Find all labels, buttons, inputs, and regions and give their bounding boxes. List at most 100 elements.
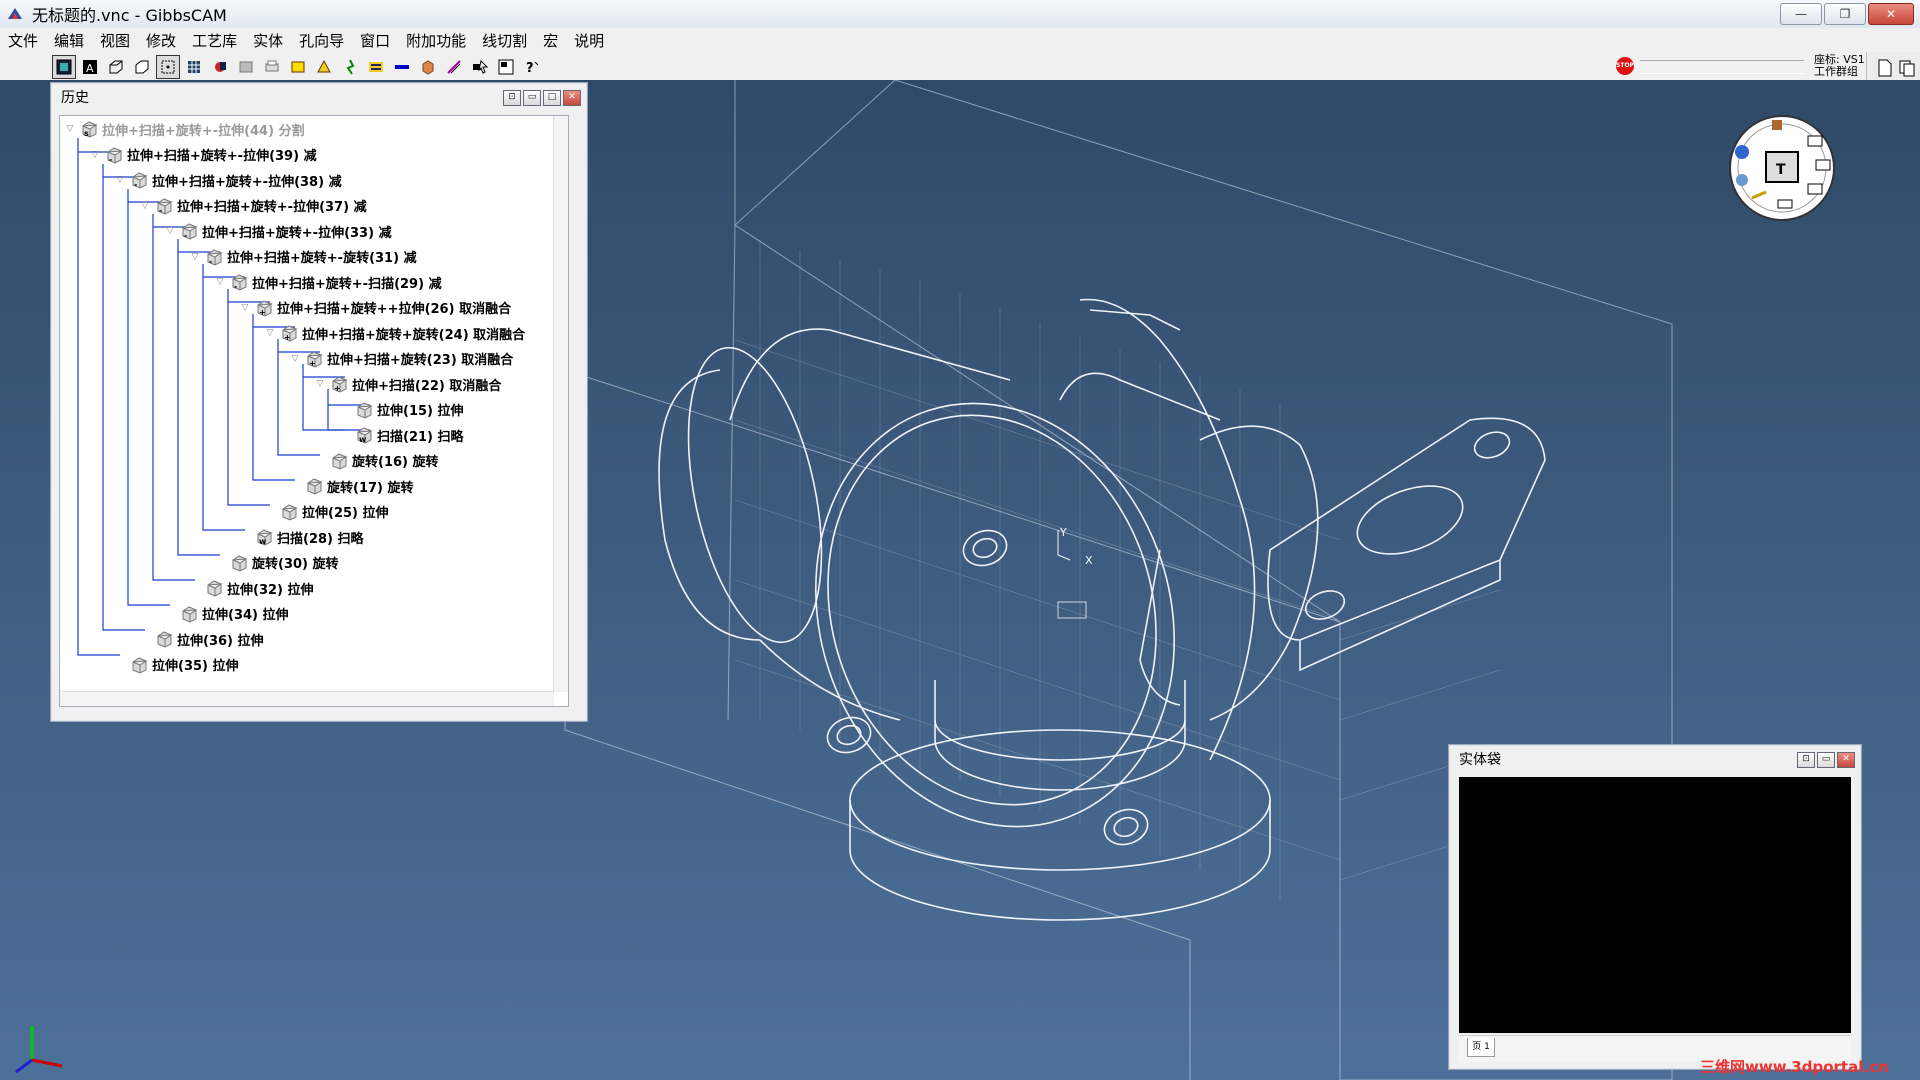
wireframe-box-icon[interactable] — [104, 55, 128, 79]
menu-solid[interactable]: 实体 — [245, 30, 291, 51]
history-vertical-scrollbar[interactable] — [553, 116, 568, 692]
window-tile-icon[interactable] — [494, 55, 518, 79]
stop-icon[interactable]: STOP — [1616, 57, 1634, 75]
expand-toggle-icon[interactable]: ▽ — [289, 353, 301, 365]
expand-toggle-icon[interactable]: ▽ — [114, 174, 126, 186]
close-button[interactable]: ✕ — [1868, 3, 1914, 25]
menu-view[interactable]: 视图 — [92, 30, 138, 51]
restore-button[interactable]: ❐ — [1824, 3, 1866, 25]
expand-toggle-icon[interactable]: ▽ — [214, 276, 226, 288]
expand-toggle-icon[interactable]: ▽ — [64, 123, 76, 135]
color-shade-icon[interactable] — [208, 55, 232, 79]
text-mode-icon[interactable]: A — [78, 55, 102, 79]
solid-cube-icon — [307, 478, 323, 495]
expand-toggle-icon[interactable]: ▽ — [139, 200, 151, 212]
history-tree-item[interactable]: w 扫描(21) 扫略 — [355, 424, 464, 446]
history-tree-item[interactable]: 拉伸(32) 拉伸 — [205, 577, 314, 599]
solid-bag-canvas[interactable] — [1459, 777, 1851, 1033]
history-tree-item[interactable]: 旋转(17) 旋转 — [305, 475, 414, 497]
menu-help[interactable]: 说明 — [566, 30, 612, 51]
menu-edit[interactable]: 编辑 — [46, 30, 92, 51]
history-panel[interactable]: 历史 ⊡ ▭ □ ✕ ▽ s 拉伸+扫描+旋转+-拉伸(44) 分割 ▽ - 拉… — [50, 82, 588, 722]
page-tab[interactable]: 页 1 — [1467, 1038, 1495, 1057]
pin-icon[interactable]: ⊡ — [503, 90, 521, 106]
history-title-bar[interactable]: 历史 ⊡ ▭ □ ✕ — [51, 83, 587, 111]
history-horizontal-scrollbar[interactable] — [60, 691, 554, 706]
measure-icon[interactable] — [442, 55, 466, 79]
menu-process-library[interactable]: 工艺库 — [184, 30, 245, 51]
solid-cube-icon: - — [232, 274, 248, 291]
history-item-label: 拉伸(32) 拉伸 — [227, 582, 314, 598]
menu-file[interactable]: 文件 — [0, 30, 46, 51]
render-icon[interactable] — [364, 55, 388, 79]
menu-window[interactable]: 窗口 — [352, 30, 398, 51]
history-tree-item[interactable]: 旋转(16) 旋转 — [330, 450, 439, 472]
history-tree-item[interactable]: ▽ - 拉伸+扫描+旋转+-扫描(29) 减 — [214, 271, 442, 293]
expand-toggle-icon[interactable]: ▽ — [164, 225, 176, 237]
menu-hole-wizard[interactable]: 孔向导 — [291, 30, 352, 51]
menu-macro[interactable]: 宏 — [535, 30, 566, 51]
history-tree-item[interactable]: 拉伸(34) 拉伸 — [180, 603, 289, 625]
history-tree-item[interactable]: 拉伸(25) 拉伸 — [280, 501, 389, 523]
history-tree-item[interactable]: w 扫描(28) 扫略 — [255, 526, 364, 548]
view-navigation-wheel[interactable]: T — [1729, 115, 1835, 221]
print-icon[interactable] — [260, 55, 284, 79]
history-tree-item[interactable]: 旋转(30) 旋转 — [230, 552, 339, 574]
solid-cube-icon: + — [307, 350, 323, 368]
history-item-label: 拉伸(34) 拉伸 — [202, 608, 289, 623]
menu-wire-edm[interactable]: 线切割 — [474, 30, 535, 51]
history-tree-item[interactable]: ▽ - 拉伸+扫描+旋转+-拉伸(37) 减 — [139, 195, 367, 217]
toolpath-icon[interactable] — [338, 55, 362, 79]
watermark: 三维网www.3dportal.cn — [1700, 1058, 1889, 1076]
grid-icon[interactable] — [182, 55, 206, 79]
history-tree-item[interactable]: ▽ + 拉伸+扫描+旋转++拉伸(26) 取消融合 — [239, 297, 511, 319]
solid-bag-panel[interactable]: 实体袋 ⊡ ▭ ✕ 页 1 — [1448, 744, 1862, 1070]
expand-toggle-icon[interactable]: ▽ — [264, 327, 276, 339]
origin-triad — [1057, 530, 1087, 619]
svg-text:A: A — [86, 62, 94, 75]
expand-toggle-icon[interactable]: ▽ — [239, 302, 251, 314]
panel-close-icon[interactable]: ✕ — [563, 90, 581, 106]
expand-toggle-icon[interactable]: ▽ — [314, 378, 326, 390]
history-tree-item[interactable]: ▽ s 拉伸+扫描+旋转+-拉伸(44) 分割 — [64, 118, 305, 140]
minimize-icon: — — [1795, 7, 1807, 21]
cursor-icon[interactable] — [468, 55, 492, 79]
expand-toggle-icon[interactable]: ▽ — [89, 149, 101, 161]
history-tree-item[interactable]: ▽ - 拉伸+扫描+旋转+-拉伸(39) 减 — [89, 144, 317, 166]
history-tree-item[interactable]: ▽ + 拉伸+扫描(22) 取消融合 — [314, 373, 501, 395]
menu-modify[interactable]: 修改 — [138, 30, 184, 51]
history-tree-item[interactable]: ▽ - 拉伸+扫描+旋转+-旋转(31) 减 — [189, 246, 417, 268]
shaded-view-icon[interactable] — [52, 55, 76, 79]
solid-box-icon[interactable] — [416, 55, 440, 79]
expand-toggle-icon[interactable]: ▽ — [189, 251, 201, 263]
history-tree-item[interactable]: ▽ - 拉伸+扫描+旋转+-拉伸(38) 减 — [114, 169, 342, 191]
tool-yellow-icon[interactable] — [286, 55, 310, 79]
copy-document-icon[interactable] — [1897, 58, 1917, 78]
hidden-line-icon[interactable] — [130, 55, 154, 79]
history-item-label: 拉伸+扫描+旋转+-拉伸(33) 减 — [202, 225, 392, 241]
panel-minimize-icon[interactable]: ▭ — [523, 90, 541, 106]
panel-maximize-icon[interactable]: □ — [543, 90, 561, 106]
pin-icon[interactable]: ⊡ — [1797, 752, 1815, 768]
history-tree-item[interactable]: ▽ + 拉伸+扫描+旋转(23) 取消融合 — [289, 348, 513, 370]
stock-icon[interactable] — [234, 55, 258, 79]
help-icon[interactable]: ? — [520, 55, 544, 79]
minimize-button[interactable]: — — [1780, 3, 1822, 25]
operation-icon[interactable] — [312, 55, 336, 79]
select-box-icon[interactable] — [156, 55, 180, 79]
minus-tool-icon[interactable] — [390, 55, 414, 79]
panel-minimize-icon[interactable]: ▭ — [1817, 752, 1835, 768]
close-icon: ✕ — [1885, 7, 1897, 21]
history-tree-item[interactable]: 拉伸(15) 拉伸 — [355, 399, 464, 421]
history-item-label: 拉伸+扫描(22) 取消融合 — [352, 378, 502, 394]
history-tree-item[interactable]: ▽ + 拉伸+扫描+旋转+旋转(24) 取消融合 — [264, 322, 525, 344]
menu-plugins[interactable]: 附加功能 — [398, 30, 474, 51]
history-tree-item[interactable]: ▽ - 拉伸+扫描+旋转+-拉伸(33) 减 — [164, 220, 392, 242]
solid-bag-title-bar[interactable]: 实体袋 ⊡ ▭ ✕ — [1449, 745, 1861, 773]
history-tree-item[interactable]: 拉伸(36) 拉伸 — [155, 628, 264, 650]
world-axis-triad-icon — [15, 1026, 63, 1074]
history-tree[interactable]: ▽ s 拉伸+扫描+旋转+-拉伸(44) 分割 ▽ - 拉伸+扫描+旋转+-拉伸(39) … — [59, 115, 569, 707]
new-document-icon[interactable] — [1875, 58, 1895, 78]
history-tree-item[interactable]: 拉伸(35) 拉伸 — [130, 654, 239, 676]
panel-close-icon[interactable]: ✕ — [1837, 752, 1855, 768]
